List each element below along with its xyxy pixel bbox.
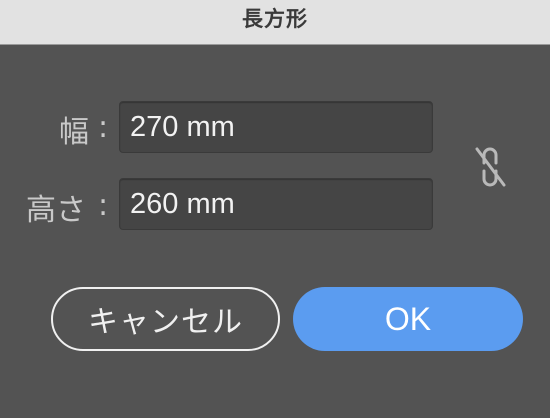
constrain-proportions-toggle[interactable] bbox=[470, 143, 510, 191]
width-input[interactable] bbox=[119, 101, 433, 153]
width-label: 幅 bbox=[59, 115, 89, 150]
broken-link-icon bbox=[475, 147, 506, 187]
height-label: 高さ bbox=[26, 193, 86, 228]
ok-button[interactable]: OK bbox=[293, 287, 523, 351]
height-input[interactable] bbox=[119, 178, 433, 230]
height-colon: : bbox=[98, 188, 109, 223]
width-colon: : bbox=[98, 110, 109, 145]
dialog-title: 長方形 bbox=[242, 7, 308, 31]
dialog-titlebar[interactable]: 長方形 bbox=[0, 0, 550, 45]
cancel-button[interactable]: キャンセル bbox=[51, 287, 280, 351]
rectangle-dialog: 長方形 幅 : 高さ : キャンセル OK bbox=[0, 0, 550, 418]
